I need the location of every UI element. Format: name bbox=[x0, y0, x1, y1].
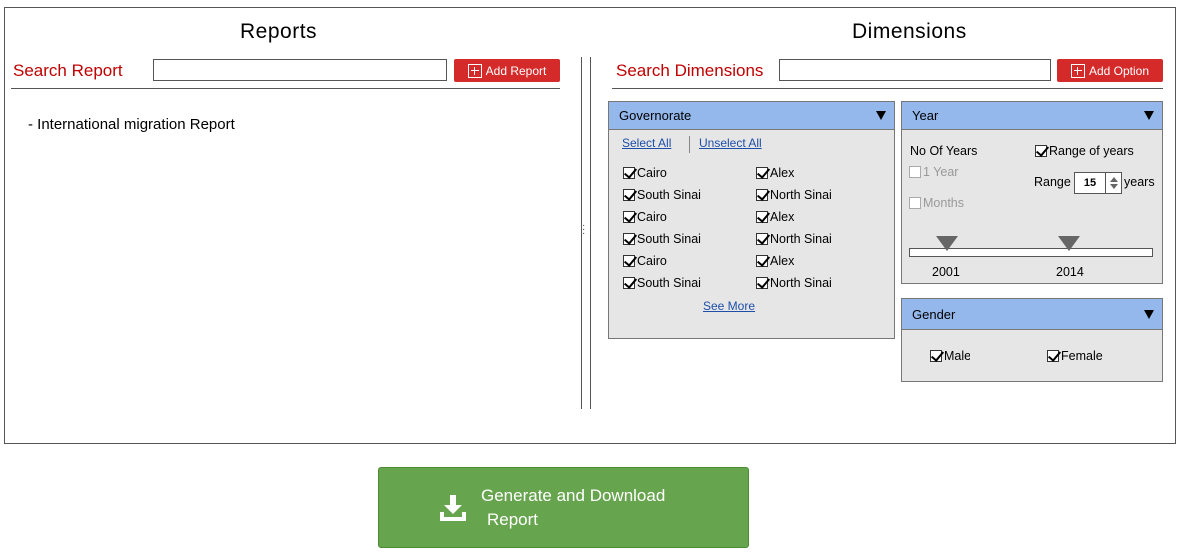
checkbox-icon bbox=[909, 197, 921, 209]
dimensions-title: Dimensions bbox=[852, 20, 967, 43]
checkbox-south-sinai[interactable]: South Sinai bbox=[623, 188, 701, 202]
stepper-down-icon[interactable] bbox=[1109, 184, 1118, 189]
checkbox-label: North Sinai bbox=[770, 232, 832, 246]
checkbox-label: South Sinai bbox=[637, 232, 701, 246]
search-dimensions-label: Search Dimensions bbox=[616, 61, 764, 80]
checkbox-check-icon bbox=[756, 211, 768, 223]
checkbox-label: Range of years bbox=[1049, 144, 1134, 158]
checkbox-cairo[interactable]: Cairo bbox=[623, 254, 667, 268]
checkbox-label: Months bbox=[923, 196, 964, 210]
checkbox-check-icon bbox=[756, 255, 768, 267]
year-title: Year bbox=[912, 108, 939, 123]
generate-label-line2: Report bbox=[487, 509, 539, 529]
unselect-all-link[interactable]: Unselect All bbox=[699, 136, 762, 150]
checkbox-check-icon bbox=[623, 167, 635, 179]
range-label: Range bbox=[1034, 175, 1071, 189]
checkbox-north-sinai[interactable]: North Sinai bbox=[756, 188, 832, 202]
add-option-button[interactable]: Add Option bbox=[1057, 59, 1163, 82]
generate-button-label: Generate and Download Report bbox=[481, 484, 665, 532]
dropdown-arrow-icon bbox=[1144, 111, 1154, 120]
dropdown-arrow-icon bbox=[876, 111, 886, 120]
download-icon bbox=[440, 494, 466, 521]
governorate-header[interactable]: Governorate bbox=[609, 102, 894, 130]
checkbox-check-icon bbox=[623, 233, 635, 245]
checkbox-label: South Sinai bbox=[637, 276, 701, 290]
dropdown-arrow-icon bbox=[1144, 309, 1154, 319]
checkbox-alex[interactable]: Alex bbox=[756, 254, 794, 268]
checkbox-label: Alex bbox=[770, 210, 795, 224]
checkbox-label: South Sinai bbox=[637, 188, 701, 202]
checkbox-check-icon bbox=[1035, 145, 1047, 157]
reports-divider bbox=[11, 88, 560, 89]
link-separator bbox=[689, 136, 690, 153]
no-of-years-label: No Of Years bbox=[910, 144, 978, 158]
checkbox-male[interactable]: Male bbox=[930, 349, 970, 363]
dimensions-divider bbox=[612, 88, 1163, 89]
add-report-button[interactable]: Add Report bbox=[454, 59, 560, 82]
search-report-label: Search Report bbox=[13, 61, 123, 80]
generate-download-button[interactable]: Generate and Download Report bbox=[378, 467, 749, 548]
add-option-label: Add Option bbox=[1088, 63, 1150, 78]
gender-title: Gender bbox=[912, 306, 956, 322]
checkbox-label: Cairo bbox=[637, 254, 667, 268]
end-year-label: 2014 bbox=[1056, 265, 1084, 279]
checkbox-check-icon bbox=[623, 189, 635, 201]
checkbox-icon bbox=[909, 166, 921, 178]
splitter-handle[interactable]: · · · bbox=[582, 221, 585, 239]
slider-end-thumb[interactable] bbox=[1058, 236, 1080, 251]
checkbox-check-icon bbox=[756, 277, 768, 289]
checkbox-check-icon bbox=[623, 277, 635, 289]
range-stepper[interactable]: 15 bbox=[1074, 172, 1122, 194]
stepper-arrows[interactable] bbox=[1106, 172, 1122, 194]
checkbox-check-icon bbox=[623, 211, 635, 223]
checkbox-check-icon bbox=[623, 255, 635, 267]
checkbox-check-icon bbox=[1047, 350, 1059, 362]
see-more-link[interactable]: See More bbox=[703, 299, 755, 313]
checkbox-check-icon bbox=[756, 167, 768, 179]
slider-start-thumb[interactable] bbox=[936, 236, 958, 251]
checkbox-label: Alex bbox=[770, 166, 795, 180]
checkbox-label: Cairo bbox=[637, 210, 667, 224]
search-report-input[interactable] bbox=[153, 59, 447, 81]
search-dimensions-input[interactable] bbox=[779, 59, 1051, 81]
checkbox-one-year[interactable]: 1 Year bbox=[909, 165, 958, 179]
gender-panel: Gender bbox=[901, 298, 1163, 382]
checkbox-label: Cairo bbox=[637, 166, 667, 180]
range-stepper-value[interactable]: 15 bbox=[1074, 172, 1106, 194]
select-all-link[interactable]: Select All bbox=[622, 136, 671, 150]
stepper-up-icon[interactable] bbox=[1109, 177, 1118, 182]
checkbox-north-sinai[interactable]: North Sinai bbox=[756, 232, 832, 246]
checkbox-cairo[interactable]: Cairo bbox=[623, 166, 667, 180]
checkbox-south-sinai[interactable]: South Sinai bbox=[623, 232, 701, 246]
checkbox-alex[interactable]: Alex bbox=[756, 210, 794, 224]
checkbox-label: 1 Year bbox=[923, 165, 959, 179]
checkbox-cairo[interactable]: Cairo bbox=[623, 210, 667, 224]
plus-icon bbox=[467, 63, 482, 78]
checkbox-label: Alex bbox=[770, 254, 795, 268]
checkbox-alex[interactable]: Alex bbox=[756, 166, 794, 180]
checkbox-check-icon bbox=[756, 233, 768, 245]
year-header[interactable]: Year bbox=[902, 102, 1162, 130]
reports-title: Reports bbox=[240, 20, 318, 43]
checkbox-label: North Sinai bbox=[770, 276, 832, 290]
splitter-right-line bbox=[590, 57, 591, 409]
years-unit-label: years bbox=[1124, 175, 1155, 189]
add-report-label: Add Report bbox=[485, 63, 547, 78]
generate-label-line1: Generate and Download bbox=[481, 485, 666, 505]
checkbox-label: North Sinai bbox=[770, 188, 832, 202]
checkbox-check-icon bbox=[756, 189, 768, 201]
checkbox-check-icon bbox=[930, 350, 942, 362]
checkbox-label: Male bbox=[944, 349, 970, 363]
checkbox-female[interactable]: Female bbox=[1047, 349, 1103, 363]
checkbox-north-sinai[interactable]: North Sinai bbox=[756, 276, 832, 290]
gender-header[interactable]: Gender bbox=[902, 299, 1162, 330]
governorate-title: Governorate bbox=[619, 108, 692, 123]
checkbox-label: Female bbox=[1061, 349, 1103, 363]
checkbox-months[interactable]: Months bbox=[909, 196, 964, 210]
checkbox-south-sinai[interactable]: South Sinai bbox=[623, 276, 701, 290]
report-list-item[interactable]: - International migration Report bbox=[28, 116, 235, 133]
checkbox-range-of-years[interactable]: Range of years bbox=[1035, 144, 1134, 158]
plus-icon bbox=[1070, 63, 1085, 78]
start-year-label: 2001 bbox=[932, 265, 960, 279]
